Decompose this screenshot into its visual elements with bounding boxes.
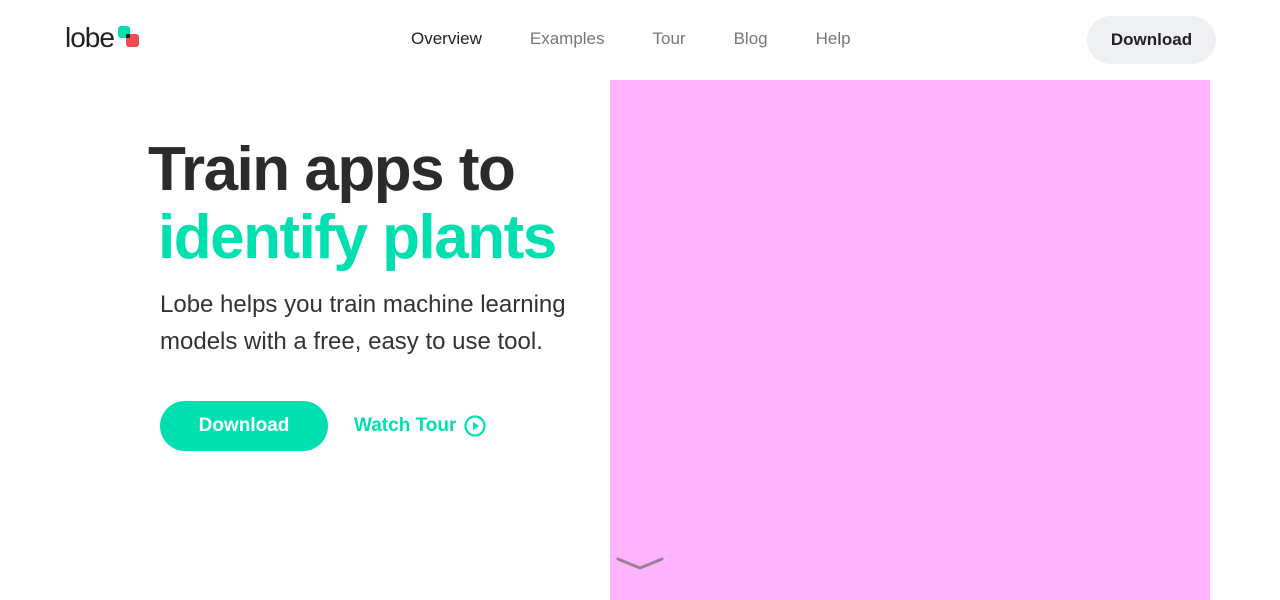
- nav-item-overview[interactable]: Overview: [411, 28, 482, 50]
- hero-download-button[interactable]: Download: [160, 401, 328, 451]
- logo-mark-icon: [117, 26, 140, 48]
- nav-item-tour[interactable]: Tour: [653, 28, 686, 50]
- main-nav: Overview Examples Tour Blog Help: [411, 28, 851, 50]
- header-download-button[interactable]: Download: [1087, 16, 1216, 64]
- hero-title-line1: Train apps to: [148, 135, 516, 204]
- watch-tour-link[interactable]: Watch Tour: [354, 412, 486, 440]
- page: lobe Overview Examples Tour Blog Help Do…: [0, 0, 1280, 600]
- nav-item-blog[interactable]: Blog: [734, 28, 768, 50]
- nav-item-help[interactable]: Help: [816, 28, 851, 50]
- nav-item-examples[interactable]: Examples: [530, 28, 605, 50]
- hero-subtitle: Lobe helps you train machine learning mo…: [160, 291, 566, 355]
- logo-text: lobe: [65, 22, 115, 53]
- play-circle-icon: [464, 415, 486, 437]
- hero-title-line2: identify plants: [158, 203, 557, 272]
- chevron-down-icon[interactable]: [616, 556, 664, 570]
- logo[interactable]: lobe: [65, 22, 140, 54]
- hero-title: Train apps to identify plants: [148, 135, 557, 272]
- hero-media-panel: [610, 80, 1210, 600]
- watch-tour-label: Watch Tour: [354, 415, 457, 436]
